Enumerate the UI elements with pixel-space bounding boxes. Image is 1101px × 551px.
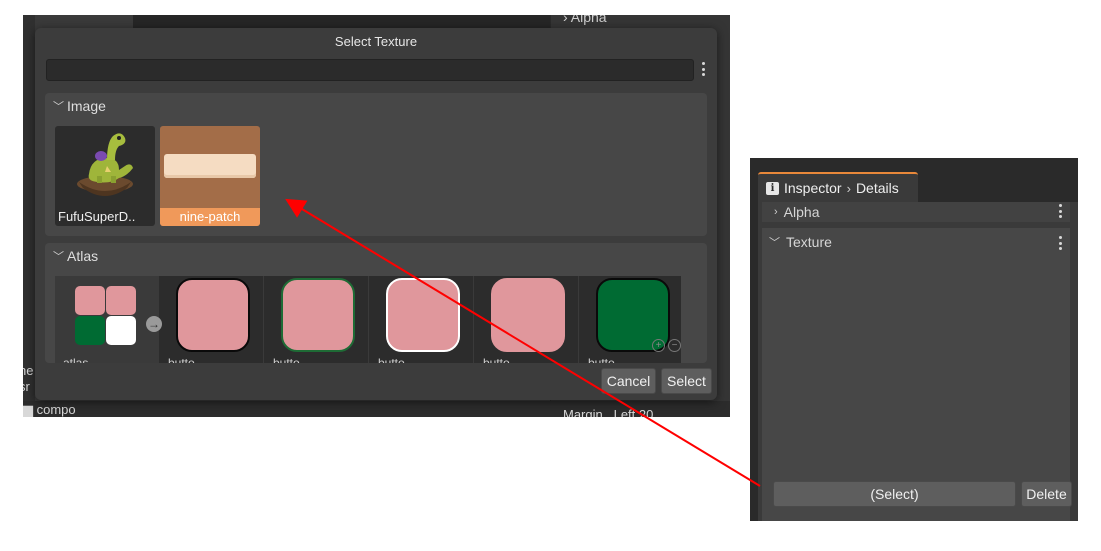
texture-property: ﹀ Texture (Select) Delete <box>762 228 1072 521</box>
button-swatch <box>386 278 460 352</box>
chevron-down-icon: ﹀ <box>769 237 780 249</box>
nine-patch-thumbnail <box>164 154 256 178</box>
info-icon: i <box>766 181 779 195</box>
inspector-body: › Alpha ﹀ Texture (Select) Delete <box>758 202 1078 521</box>
chevron-down-icon: ﹀ <box>53 251 64 263</box>
atlas-section-header[interactable]: ﹀ Atlas <box>53 248 98 264</box>
button-swatch <box>281 278 355 352</box>
dinosaur-thumbnail-icon <box>77 133 133 196</box>
select-texture-button[interactable]: (Select) <box>773 481 1016 507</box>
select-texture-dialog: Select Texture ﹀ Image FufuSuperD.. nine… <box>35 28 717 400</box>
chevron-down-icon: ﹀ <box>53 101 64 113</box>
atlas-tile-strip: → atlas butto butto butto butto + − butt… <box>55 276 681 363</box>
bg-compo-item: ▆ compo <box>23 402 76 417</box>
atlas-tile-label: butto <box>273 356 300 363</box>
alpha-row[interactable]: › Alpha <box>762 202 1070 222</box>
inspector-panel: i Inspector › Details › Alpha ﹀ Texture … <box>750 158 1078 521</box>
texture-menu-icon[interactable] <box>1056 236 1064 250</box>
texture-search-input[interactable] <box>46 59 694 81</box>
button-swatch <box>491 278 565 352</box>
bg-margin-row: Margin Left 20 <box>563 407 654 417</box>
bg-alpha-label: › Alpha <box>563 15 607 25</box>
delete-texture-button[interactable]: Delete <box>1021 481 1072 507</box>
image-section-header[interactable]: ﹀ Image <box>53 98 106 114</box>
atlas-tile-label: butto <box>588 356 615 363</box>
chevron-right-icon: › <box>774 206 778 218</box>
atlas-tile-atlas[interactable]: → atlas <box>55 276 162 363</box>
texture-tile-fufu[interactable]: FufuSuperD.. <box>55 126 155 226</box>
dialog-title: Select Texture <box>334 34 418 49</box>
dialog-menu-icon[interactable] <box>699 62 707 76</box>
atlas-tile-button[interactable]: butto <box>160 276 264 363</box>
atlas-tile-button[interactable]: butto <box>265 276 369 363</box>
bg-left-panel <box>23 15 35 417</box>
select-button[interactable]: Select <box>661 368 712 394</box>
bg-toolbar <box>133 15 573 29</box>
bg-misc-text: ne sr <box>23 363 34 394</box>
atlas-tile-label: atlas <box>63 356 89 363</box>
texture-tile-nine-patch[interactable]: nine-patch <box>160 126 260 226</box>
zoom-in-icon[interactable]: + <box>652 339 665 352</box>
zoom-out-icon[interactable]: − <box>668 339 681 352</box>
button-swatch <box>176 278 250 352</box>
breadcrumb-chevron-icon: › <box>846 180 851 196</box>
alpha-menu-icon[interactable] <box>1056 204 1064 218</box>
atlas-tile-button[interactable]: butto <box>370 276 474 363</box>
texture-tile-label: FufuSuperD.. <box>58 209 136 224</box>
atlas-tile-button[interactable]: + − butto <box>580 276 684 363</box>
texture-header[interactable]: ﹀ Texture <box>769 234 832 250</box>
atlas-tile-label: butto <box>378 356 405 363</box>
texture-tile-label: nine-patch <box>160 208 260 226</box>
atlas-section: ﹀ Atlas → atlas butto butto butto butto … <box>45 243 707 363</box>
image-section: ﹀ Image FufuSuperD.. nine-patch <box>45 93 707 236</box>
cancel-button[interactable]: Cancel <box>601 368 656 394</box>
atlas-tile-label: butto <box>168 356 195 363</box>
atlas-tile-label: butto <box>483 356 510 363</box>
atlas-grid-thumbnail <box>75 286 137 346</box>
inspector-tab[interactable]: i Inspector › Details <box>758 172 918 202</box>
atlas-tile-button[interactable]: butto <box>475 276 579 363</box>
